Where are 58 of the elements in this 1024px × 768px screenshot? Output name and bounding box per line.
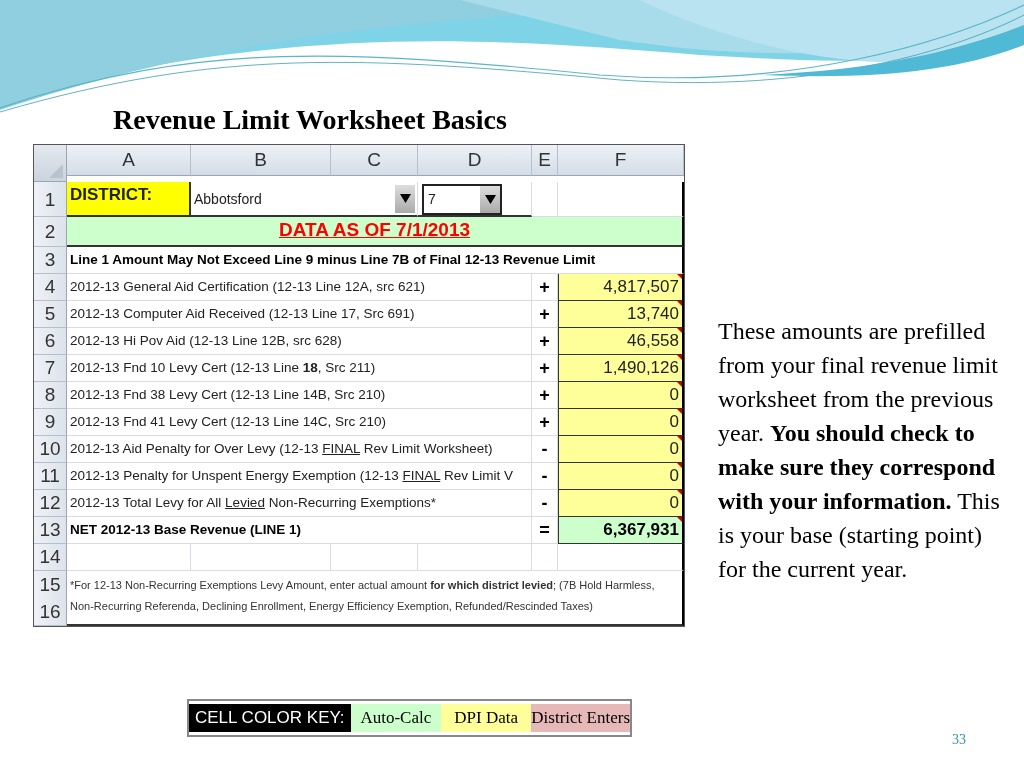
key-label: CELL COLOR KEY:	[189, 704, 351, 732]
column-header[interactable]: C	[331, 145, 418, 176]
table-cell: 2012-13 Fnd 41 Levy Cert (12-13 Line 14C, Src 210)	[67, 409, 532, 436]
table-cell: 2012-13 Hi Pov Aid (12-13 Line 12B, src 628)	[67, 328, 532, 355]
table-cell: 13,740	[558, 301, 684, 328]
column-header[interactable]: D	[418, 145, 532, 176]
table-cell: 1,490,126	[558, 355, 684, 382]
district-label: DISTRICT:	[67, 182, 191, 217]
table-cell: 2012-13 Penalty for Unspent Energy Exemption (12-13 FINAL Rev Limit V	[67, 463, 532, 490]
table-cell: NET 2012-13 Base Revenue (LINE 1)	[67, 517, 532, 544]
dropdown-button[interactable]	[395, 184, 415, 213]
row-number: 7	[34, 355, 67, 382]
table-cell: 0	[558, 382, 684, 409]
row-number: 10	[34, 436, 67, 463]
table-cell: 46,558	[558, 328, 684, 355]
district-value: Abbotsford	[194, 189, 262, 208]
slide-title: Revenue Limit Worksheet Basics	[113, 103, 508, 137]
row-number: 6	[34, 328, 67, 355]
key-swatch: District Enters	[531, 704, 630, 732]
footnote-text: *For 12-13 Non-Recurring Exemptions Levy Amount, enter actual amount for which district levied; (7B Hold Harmless, Non-Recurring Referenda, Declining Enrollment, Energy Efficiency Exemption, Refunded/Rescinded Taxes)	[70, 578, 656, 614]
row-number: 12	[34, 490, 67, 517]
table-cell: 0	[558, 463, 684, 490]
row-number: 16	[38, 600, 62, 624]
column-header[interactable]: F	[558, 145, 684, 176]
table-cell: 2012-13 Aid Penalty for Over Levy (12-13 FINAL Rev Limit Worksheet)	[67, 436, 532, 463]
row-number: 5	[34, 301, 67, 328]
column-header[interactable]: B	[191, 145, 331, 176]
table-cell: 2012-13 Total Levy for All Levied Non-Recurring Exemptions*	[67, 490, 532, 517]
row-number: 4	[34, 274, 67, 301]
page-number: 33	[952, 732, 966, 748]
row-number: 11	[34, 463, 67, 490]
table-cell: 0	[558, 490, 684, 517]
caret-icon	[399, 194, 411, 203]
table-cell: 2012-13 Fnd 10 Levy Cert (12-13 Line 18, Src 211)	[67, 355, 532, 382]
table-cell: 6,367,931	[558, 517, 684, 544]
row-number: 2	[34, 217, 67, 247]
row-number: 13	[34, 517, 67, 544]
row-number: 3	[34, 247, 67, 274]
column-header[interactable]: E	[532, 145, 558, 176]
table-cell: 2012-13 Computer Aid Received (12-13 Line 17, Src 691)	[67, 301, 532, 328]
data-date-title: DATA AS OF 7/1/2013	[67, 217, 684, 247]
caret-icon	[484, 195, 496, 204]
key-swatch: Auto-Calc	[350, 704, 441, 732]
row-number: 9	[34, 409, 67, 436]
row-number: 1	[34, 182, 67, 217]
table-cell: 2012-13 Fnd 38 Levy Cert (12-13 Line 14B, Src 210)	[67, 382, 532, 409]
row-number: 14	[34, 544, 67, 571]
table-cell: 4,817,507	[558, 274, 684, 301]
table-cell: 2012-13 General Aid Certification (12-13 Line 12A, src 621)	[67, 274, 532, 301]
row-number: 8	[34, 382, 67, 409]
number-dropdown[interactable]: 7	[422, 184, 502, 215]
table-cell	[532, 544, 558, 571]
table-cell: 0	[558, 409, 684, 436]
column-header[interactable]: A	[67, 145, 191, 176]
key-swatch: DPI Data	[440, 704, 532, 732]
row-number: 15	[38, 573, 62, 597]
explanation-text: These amounts are prefilled from your final revenue limit worksheet from the previous year. You should check to make sure they correspond with your information. This is your base (starting point) for the current year.	[718, 317, 1001, 584]
table-cell: 0	[558, 436, 684, 463]
